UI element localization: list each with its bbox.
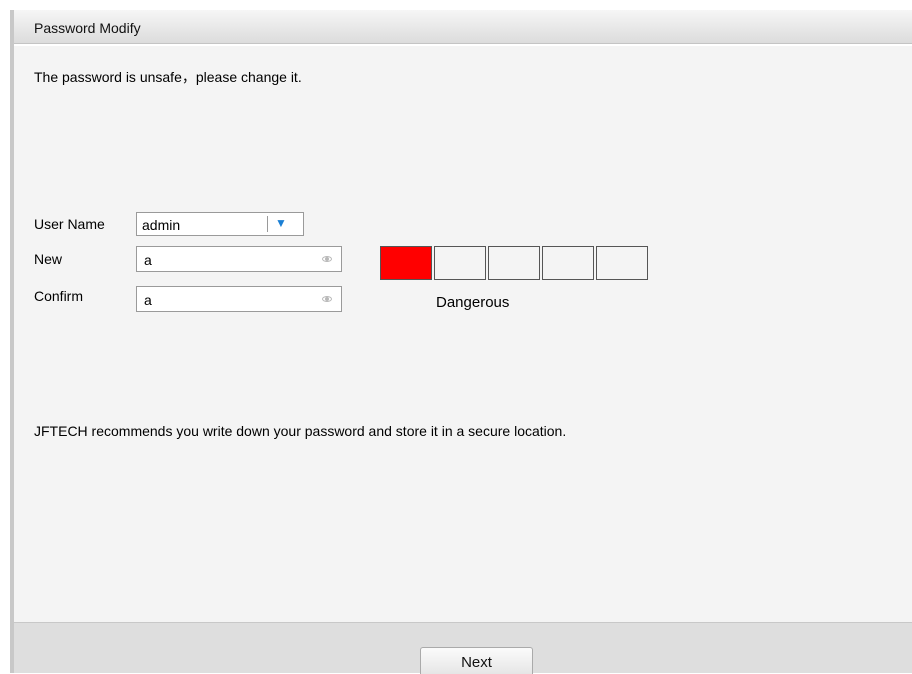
eye-icon[interactable] — [322, 256, 332, 262]
strength-segment — [488, 246, 540, 280]
password-storage-note: JFTECH recommends you write down your pa… — [34, 423, 567, 439]
new-password-label: New — [34, 251, 63, 267]
user-name-label: User Name — [34, 216, 105, 232]
confirm-password-label: Confirm — [34, 288, 84, 304]
strength-segment — [434, 246, 486, 280]
dialog-title: Password Modify — [34, 20, 141, 36]
password-strength-label: Dangerous — [436, 294, 510, 311]
strength-segment — [596, 246, 648, 280]
new-password-input[interactable]: a — [136, 246, 342, 272]
eye-icon[interactable] — [322, 296, 332, 302]
password-modify-dialog: Password Modify The password is unsafe，p… — [10, 10, 912, 674]
user-name-value: admin — [142, 217, 181, 233]
strength-segment — [542, 246, 594, 280]
confirm-password-value: a — [144, 292, 152, 308]
dialog-footer: Next — [14, 622, 912, 674]
next-button[interactable]: Next — [420, 647, 533, 674]
title-bar: Password Modify — [14, 10, 912, 44]
user-name-select[interactable]: admin ▼ — [136, 212, 304, 236]
chevron-down-icon[interactable]: ▼ — [275, 216, 287, 230]
select-divider — [267, 216, 268, 232]
strength-segment — [380, 246, 432, 280]
dialog-content — [14, 44, 912, 622]
confirm-password-input[interactable]: a — [136, 286, 342, 312]
unsafe-password-warning: The password is unsafe，please change it. — [34, 69, 302, 85]
new-password-value: a — [144, 252, 152, 268]
